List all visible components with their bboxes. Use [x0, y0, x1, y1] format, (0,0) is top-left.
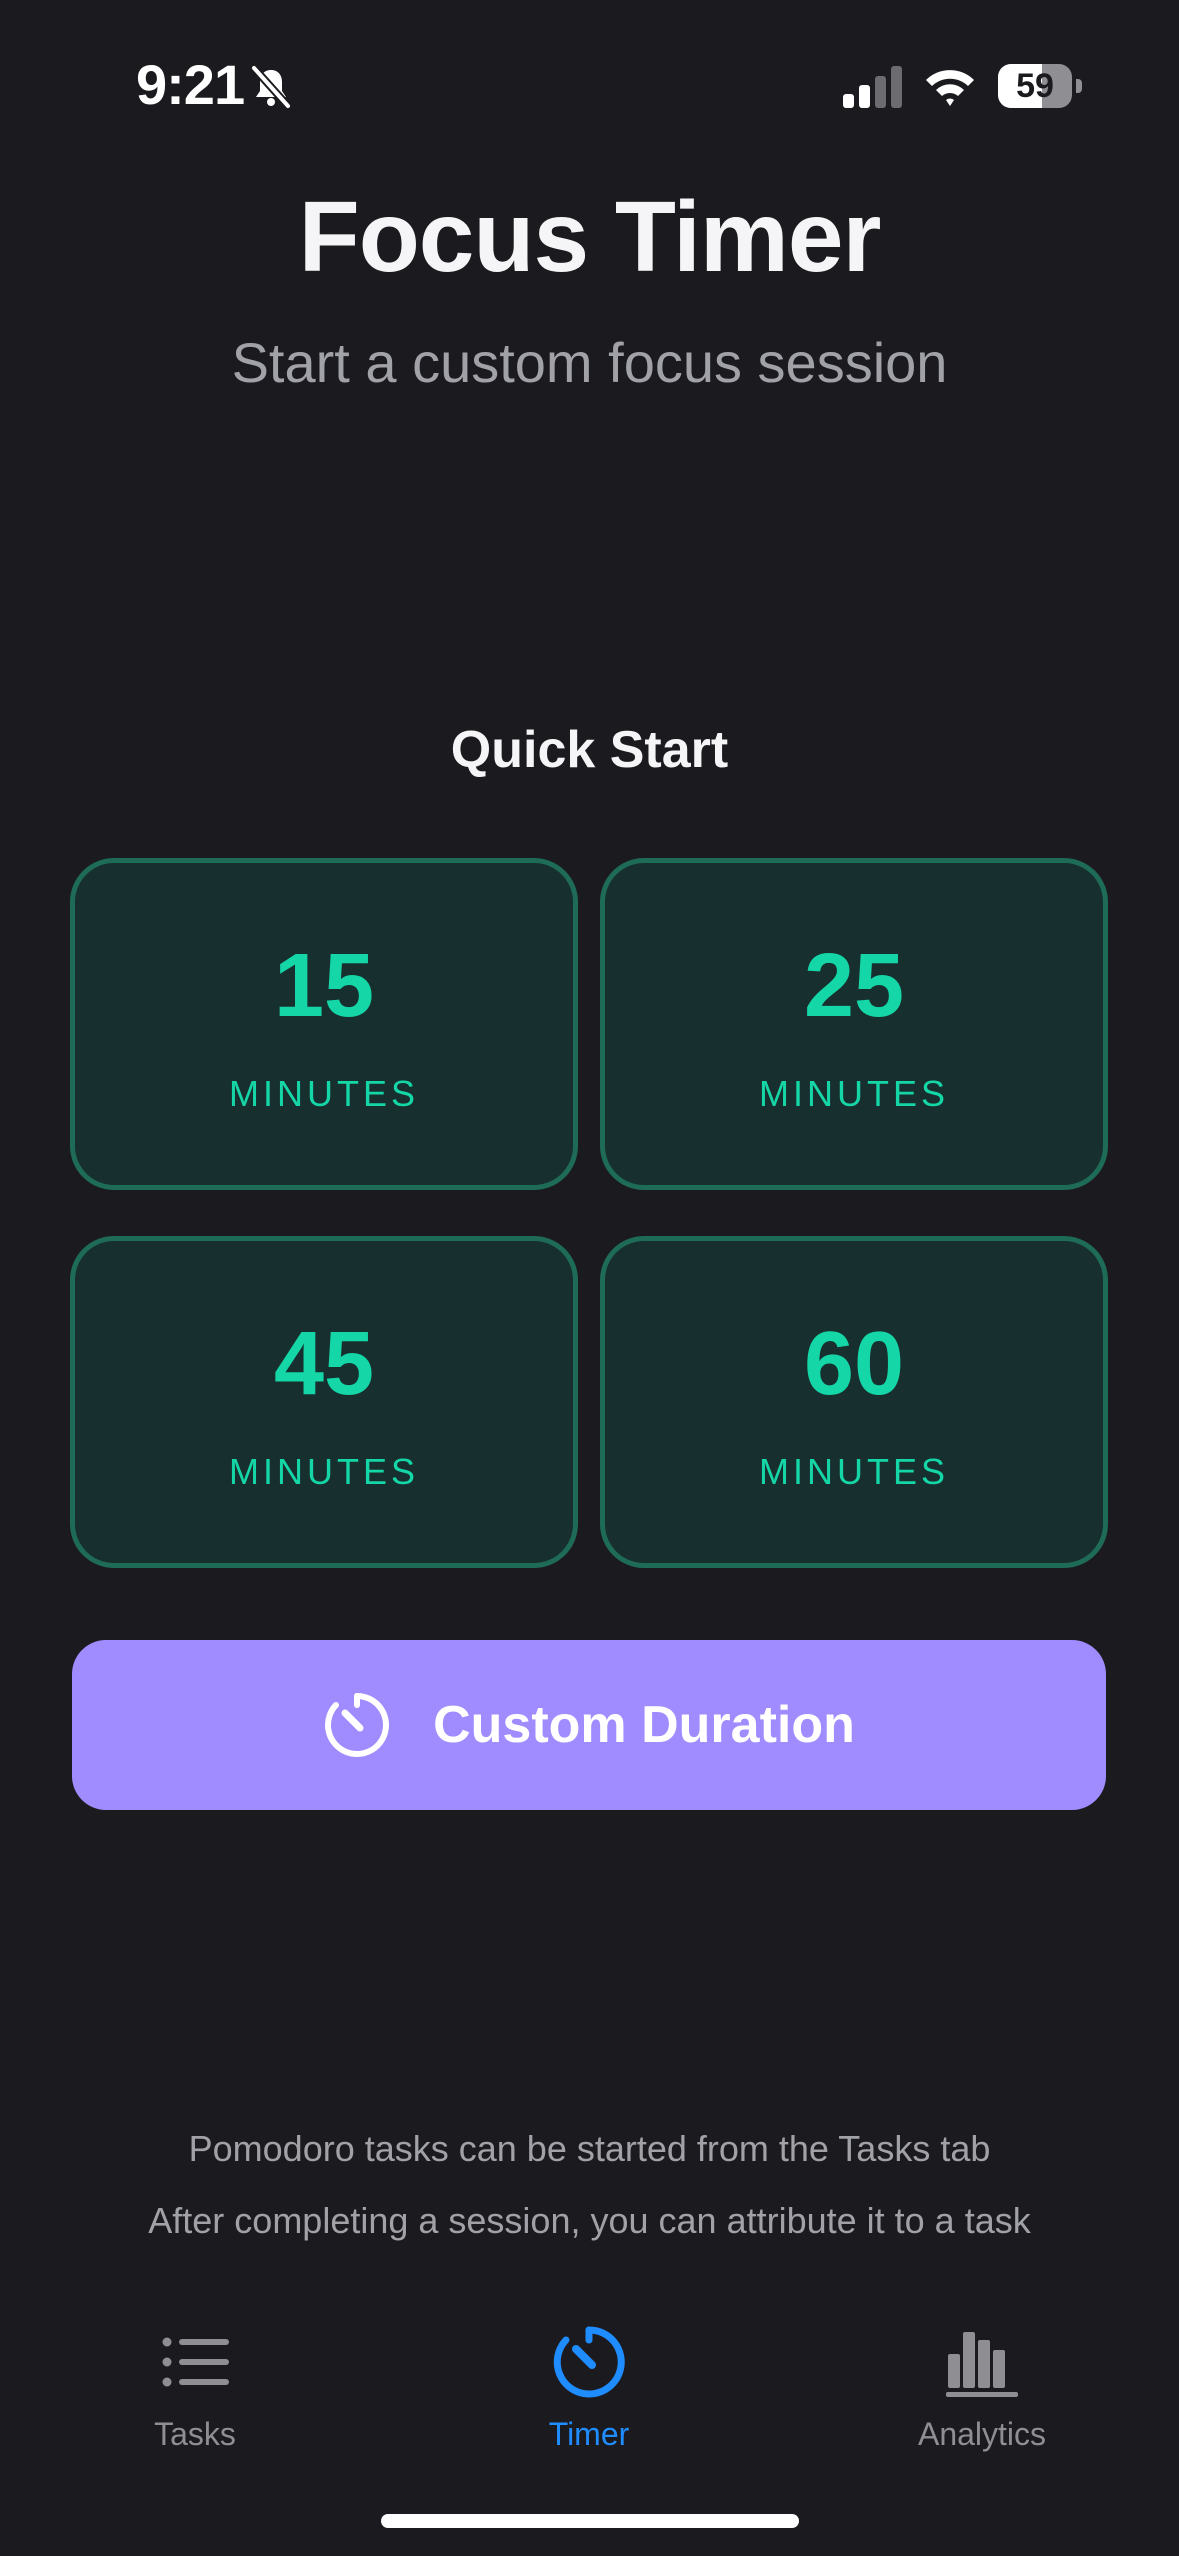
- list-icon: [162, 2337, 229, 2387]
- preset-grid: 15 MINUTES 25 MINUTES 45 MINUTES 60 MINU…: [70, 858, 1108, 1568]
- tab-bar: Tasks Timer Analytics: [0, 2310, 1179, 2470]
- custom-duration-button[interactable]: Custom Duration: [72, 1640, 1106, 1810]
- preset-value: 25: [803, 936, 905, 1036]
- battery-cap: [1076, 79, 1082, 93]
- preset-unit: MINUTES: [229, 1451, 419, 1492]
- preset-value: 15: [273, 936, 375, 1036]
- preset-value: 45: [273, 1314, 375, 1414]
- preset-unit: MINUTES: [759, 1451, 949, 1492]
- preset-25-minutes-button[interactable]: 25 MINUTES: [600, 858, 1108, 1190]
- tab-timer[interactable]: Timer: [469, 2310, 709, 2460]
- status-bar: 9:21 59: [0, 0, 1179, 170]
- tab-label: Analytics: [917, 2416, 1047, 2452]
- cellular-signal-icon: [843, 66, 902, 108]
- tab-analytics[interactable]: Analytics: [862, 2310, 1102, 2460]
- bar-chart-icon: [946, 2332, 1018, 2397]
- preset-unit: MINUTES: [229, 1073, 419, 1114]
- preset-15-minutes-button[interactable]: 15 MINUTES: [70, 858, 578, 1190]
- tab-label: Timer: [548, 2416, 630, 2452]
- status-time: 9:21: [136, 53, 245, 116]
- preset-45-minutes-button[interactable]: 45 MINUTES: [70, 1236, 578, 1568]
- tab-tasks[interactable]: Tasks: [75, 2310, 315, 2460]
- page-subtitle: Start a custom focus session: [231, 331, 948, 394]
- hint-pomodoro-tasks: Pomodoro tasks can be started from the T…: [188, 2128, 991, 2169]
- custom-duration-label: Custom Duration: [433, 1696, 855, 1754]
- battery-percent: 59: [1016, 67, 1054, 105]
- preset-value: 60: [803, 1314, 905, 1414]
- preset-unit: MINUTES: [759, 1073, 949, 1114]
- wifi-icon: [926, 70, 974, 106]
- home-indicator[interactable]: [381, 2514, 799, 2528]
- bell-slash-icon: [250, 64, 292, 110]
- battery-indicator: 59: [998, 64, 1082, 108]
- timer-icon: [553, 2326, 625, 2398]
- page-title: Focus Timer: [298, 181, 882, 293]
- quick-start-title: Quick Start: [450, 721, 729, 779]
- timer-icon: [325, 1693, 390, 1757]
- battery-body: 59: [998, 64, 1072, 108]
- hint-attribute-session: After completing a session, you can attr…: [148, 2200, 1031, 2241]
- preset-60-minutes-button[interactable]: 60 MINUTES: [600, 1236, 1108, 1568]
- tab-label: Tasks: [154, 2416, 236, 2452]
